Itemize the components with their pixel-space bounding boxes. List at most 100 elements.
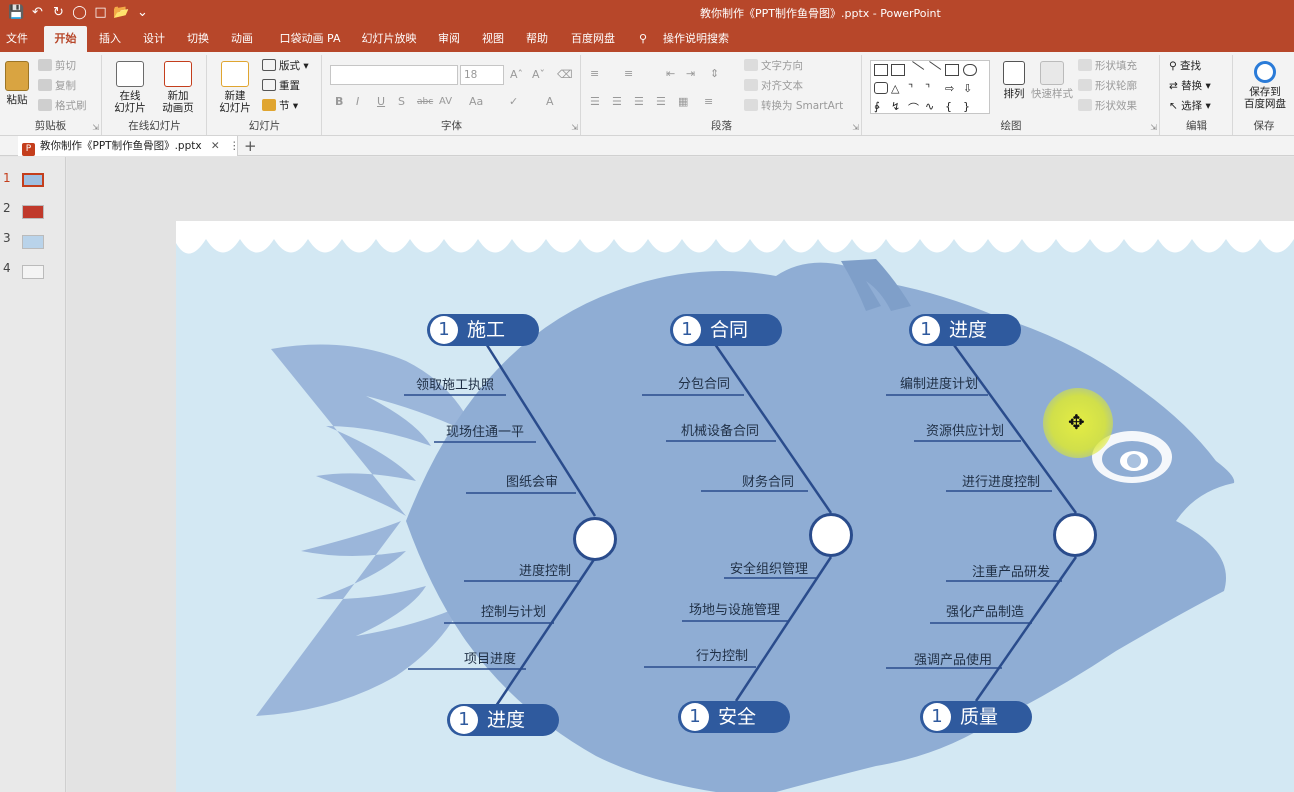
triangle-shape-icon[interactable]: △ — [891, 82, 905, 95]
rectangle-shape-icon[interactable] — [945, 64, 959, 76]
distributed-icon[interactable]: ▦ — [678, 93, 688, 111]
tab-view[interactable]: 视图 — [476, 26, 510, 52]
bone-label[interactable]: 机械设备合同 — [681, 420, 759, 439]
bone-label[interactable]: 资源供应计划 — [926, 420, 1004, 439]
scribble-shape-icon[interactable]: ↯ — [891, 100, 905, 113]
layout-button[interactable]: 版式 ▾ — [262, 57, 309, 75]
bone-label[interactable]: 图纸会审 — [506, 471, 558, 490]
undo-icon[interactable]: ↶ — [27, 3, 48, 23]
slide-thumbnail-3[interactable] — [22, 235, 44, 249]
tab-insert[interactable]: 插入 — [93, 26, 127, 52]
slide-thumbnail-1[interactable] — [22, 173, 44, 187]
tab-baidu[interactable]: 百度网盘 — [564, 26, 622, 52]
oval-shape-icon[interactable] — [963, 64, 977, 76]
clipboard-launcher-icon[interactable]: ⇲ — [92, 123, 99, 132]
cut-button[interactable]: 剪切 — [38, 57, 76, 75]
tell-me-search[interactable]: 操作说明搜索 — [656, 26, 736, 52]
slide-canvas[interactable]: 1 施工 1 合同 1 进度 1 进度 1 安全 1 质量 领取施工执照 现场住… — [176, 221, 1294, 792]
line-shape-icon[interactable] — [905, 61, 925, 79]
vertical-text-shape-icon[interactable] — [891, 64, 905, 76]
category-head-bottom-3[interactable]: 1 质量 — [920, 701, 1032, 733]
paragraph-launcher-icon[interactable]: ⇲ — [852, 123, 859, 132]
present-icon[interactable]: ◯ — [69, 3, 90, 23]
section-button[interactable]: 节 ▾ — [262, 97, 298, 115]
arrow-shape-icon[interactable] — [922, 61, 942, 79]
bone-label[interactable]: 行为控制 — [696, 645, 748, 664]
down-arrow-shape-icon[interactable]: ⇩ — [963, 82, 977, 95]
text-direction-button[interactable]: 文字方向 — [744, 57, 803, 75]
columns-icon[interactable]: ≡ — [704, 93, 713, 111]
decrease-indent-icon[interactable]: ⇤ — [666, 65, 675, 83]
replace-button[interactable]: ⇄ 替换 ▾ — [1169, 77, 1211, 95]
online-slides-button[interactable]: 在线 幻灯片 — [107, 61, 153, 114]
bone-label[interactable]: 编制进度计划 — [900, 373, 978, 392]
bone-label[interactable]: 分包合同 — [678, 373, 730, 392]
bullets-icon[interactable]: ≡ — [590, 65, 599, 83]
bone-label[interactable]: 财务合同 — [742, 471, 794, 490]
bone-label[interactable]: 注重产品研发 — [972, 561, 1050, 580]
bone-label[interactable]: 安全组织管理 — [730, 558, 808, 577]
tab-animations[interactable]: 动画 — [225, 26, 259, 52]
font-color-button[interactable]: A — [546, 93, 554, 111]
copy-button[interactable]: 复制 — [38, 77, 76, 95]
category-head-top-1[interactable]: 1 施工 — [427, 314, 539, 346]
arrange-button[interactable]: 排列 — [997, 61, 1031, 100]
increase-indent-icon[interactable]: ⇥ — [686, 65, 695, 83]
align-right-icon[interactable]: ☰ — [634, 93, 644, 111]
curve-shape-icon[interactable]: ∿ — [925, 100, 939, 113]
quick-styles-button[interactable]: 快速样式 — [1029, 61, 1075, 100]
drawing-launcher-icon[interactable]: ⇲ — [1150, 123, 1157, 132]
reset-button[interactable]: 重置 — [262, 77, 300, 95]
clear-format-icon[interactable]: ⌫ — [557, 66, 573, 84]
shadow-button[interactable]: S — [398, 93, 405, 111]
strikethrough-button[interactable]: abc — [417, 93, 433, 111]
customize-icon[interactable]: ⌄ — [132, 3, 153, 23]
char-spacing-button[interactable]: AV — [439, 93, 452, 111]
shapes-gallery[interactable]: △ ⌝ ⌝ ⇨ ⇩ ∳ ↯ ⌒ ∿ { } — [870, 60, 990, 115]
close-tab-icon[interactable]: ✕ — [211, 140, 220, 152]
left-brace-shape-icon[interactable]: { — [945, 100, 959, 113]
line-spacing-icon[interactable]: ⇕ — [710, 65, 719, 83]
tab-slideshow[interactable]: 幻灯片放映 — [356, 26, 422, 52]
numbering-icon[interactable]: ≡ — [624, 65, 633, 83]
category-head-bottom-1[interactable]: 1 进度 — [447, 704, 559, 736]
category-head-top-2[interactable]: 1 合同 — [670, 314, 782, 346]
font-name-combo[interactable] — [330, 65, 458, 85]
tab-menu-icon[interactable]: ⋮ — [229, 140, 240, 152]
new-anim-page-button[interactable]: 新加 动画页 — [155, 61, 201, 114]
right-arrow-shape-icon[interactable]: ⇨ — [945, 82, 959, 95]
find-button[interactable]: ⚲ 查找 — [1169, 57, 1201, 75]
document-tab[interactable]: P 教你制作《PPT制作鱼骨图》.pptx ✕ ⋮ — [18, 136, 240, 156]
right-brace-shape-icon[interactable]: } — [963, 100, 977, 113]
new-slide-button[interactable]: 新建 幻灯片 — [212, 61, 258, 114]
bone-label[interactable]: 进行进度控制 — [962, 471, 1040, 490]
tab-pocket-animation[interactable]: 口袋动画 PA — [276, 26, 344, 52]
bone-label[interactable]: 领取施工执照 — [416, 374, 494, 393]
bone-label[interactable]: 场地与设施管理 — [689, 599, 780, 618]
tab-design[interactable]: 设计 — [137, 26, 171, 52]
redo-icon[interactable]: ↻ — [48, 3, 69, 23]
add-tab-icon[interactable]: + — [244, 136, 257, 156]
convert-smartart-button[interactable]: 转换为 SmartArt — [744, 97, 843, 115]
rounded-rect-shape-icon[interactable] — [874, 82, 888, 94]
align-left-icon[interactable]: ☰ — [590, 93, 600, 111]
select-button[interactable]: ↖ 选择 ▾ — [1169, 97, 1211, 115]
highlight-icon[interactable]: ✓ — [509, 93, 518, 111]
save-to-baidu-button[interactable]: 保存到 百度网盘 — [1240, 61, 1290, 110]
bone-label[interactable]: 项目进度 — [464, 648, 516, 667]
arc-shape-icon[interactable]: ⌒ — [908, 100, 922, 115]
tab-transitions[interactable]: 切换 — [181, 26, 215, 52]
slide-thumbnail-2[interactable] — [22, 205, 44, 219]
format-painter-button[interactable]: 格式刷 — [38, 97, 87, 115]
tab-help[interactable]: 帮助 — [520, 26, 554, 52]
bone-label[interactable]: 强化产品制造 — [946, 601, 1024, 620]
align-text-button[interactable]: 对齐文本 — [744, 77, 803, 95]
font-launcher-icon[interactable]: ⇲ — [571, 123, 578, 132]
category-head-top-3[interactable]: 1 进度 — [909, 314, 1021, 346]
open-icon[interactable]: 📂 — [111, 3, 132, 23]
bone-label[interactable]: 控制与计划 — [481, 601, 546, 620]
shape-outline-button[interactable]: 形状轮廓 — [1078, 77, 1137, 95]
underline-button[interactable]: U — [377, 93, 385, 111]
shape-effects-button[interactable]: 形状效果 — [1078, 97, 1137, 115]
bone-label[interactable]: 进度控制 — [519, 560, 571, 579]
